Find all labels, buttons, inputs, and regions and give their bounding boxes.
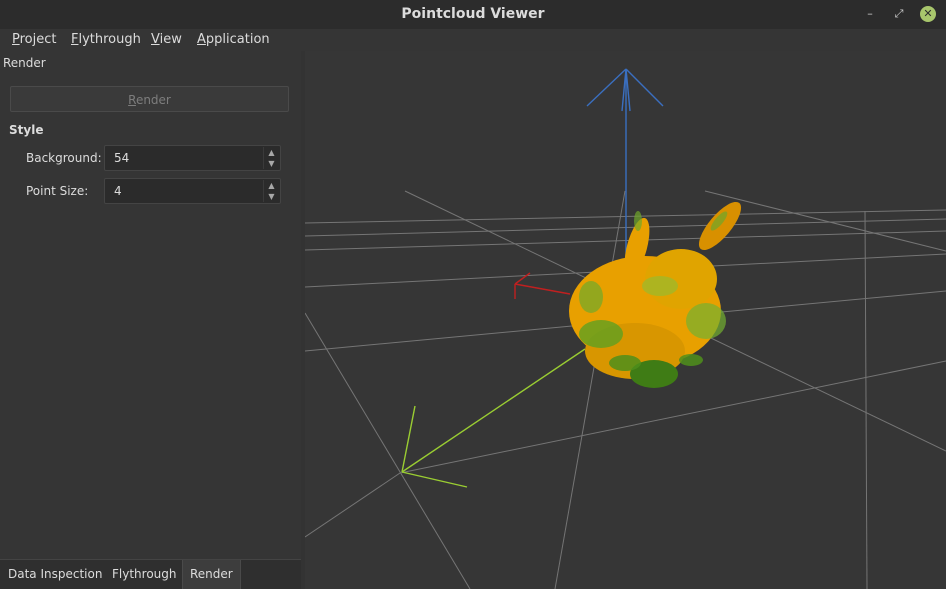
up-arrow-icon[interactable]: ▲ <box>264 180 279 191</box>
title-bar: Pointcloud Viewer – ⤢ ✕ <box>0 0 946 29</box>
spin-arrows: ▲ ▼ <box>263 180 279 202</box>
axis-z <box>586 68 664 261</box>
menu-project[interactable]: Project <box>12 32 57 47</box>
menu-flythrough[interactable]: Flythrough <box>71 32 141 47</box>
panel-header: Render <box>3 56 46 70</box>
spin-arrows: ▲ ▼ <box>263 147 279 169</box>
up-arrow-icon[interactable]: ▲ <box>264 147 279 158</box>
tab-render[interactable]: Render <box>182 560 241 589</box>
axis-x <box>514 272 571 299</box>
background-spinbox[interactable]: 54 ▲ ▼ <box>104 145 281 171</box>
menu-application[interactable]: Application <box>197 32 270 47</box>
point-cloud-bunny <box>569 201 742 388</box>
background-value[interactable]: 54 <box>114 151 129 165</box>
point-size-label: Point Size: <box>26 184 89 198</box>
app-window: Pointcloud Viewer – ⤢ ✕ Project Flythrou… <box>0 0 946 589</box>
style-group-title: Style <box>9 123 44 137</box>
render-panel: Render Render Style Background: 54 ▲ ▼ P… <box>0 51 301 559</box>
point-size-value[interactable]: 4 <box>114 184 122 198</box>
down-arrow-icon[interactable]: ▼ <box>264 191 279 202</box>
3d-viewport[interactable] <box>305 51 946 589</box>
axis-y <box>401 348 586 488</box>
render-button[interactable]: Render <box>10 86 289 112</box>
point-size-spinbox[interactable]: 4 ▲ ▼ <box>104 178 281 204</box>
minimize-icon[interactable]: – <box>862 6 878 22</box>
tab-flythrough[interactable]: Flythrough <box>105 560 184 589</box>
tab-data-inspection[interactable]: Data Inspection <box>1 560 109 589</box>
close-icon[interactable]: ✕ <box>920 6 936 22</box>
menu-view[interactable]: View <box>151 32 182 47</box>
background-label: Background: <box>26 151 102 165</box>
viewport-canvas[interactable] <box>305 51 946 589</box>
menu-bar: Project Flythrough View Application <box>0 29 946 51</box>
panel-tabs: Data Inspection Flythrough Render <box>0 559 305 589</box>
down-arrow-icon[interactable]: ▼ <box>264 158 279 169</box>
window-title: Pointcloud Viewer <box>401 6 545 22</box>
maximize-icon[interactable]: ⤢ <box>891 6 907 22</box>
